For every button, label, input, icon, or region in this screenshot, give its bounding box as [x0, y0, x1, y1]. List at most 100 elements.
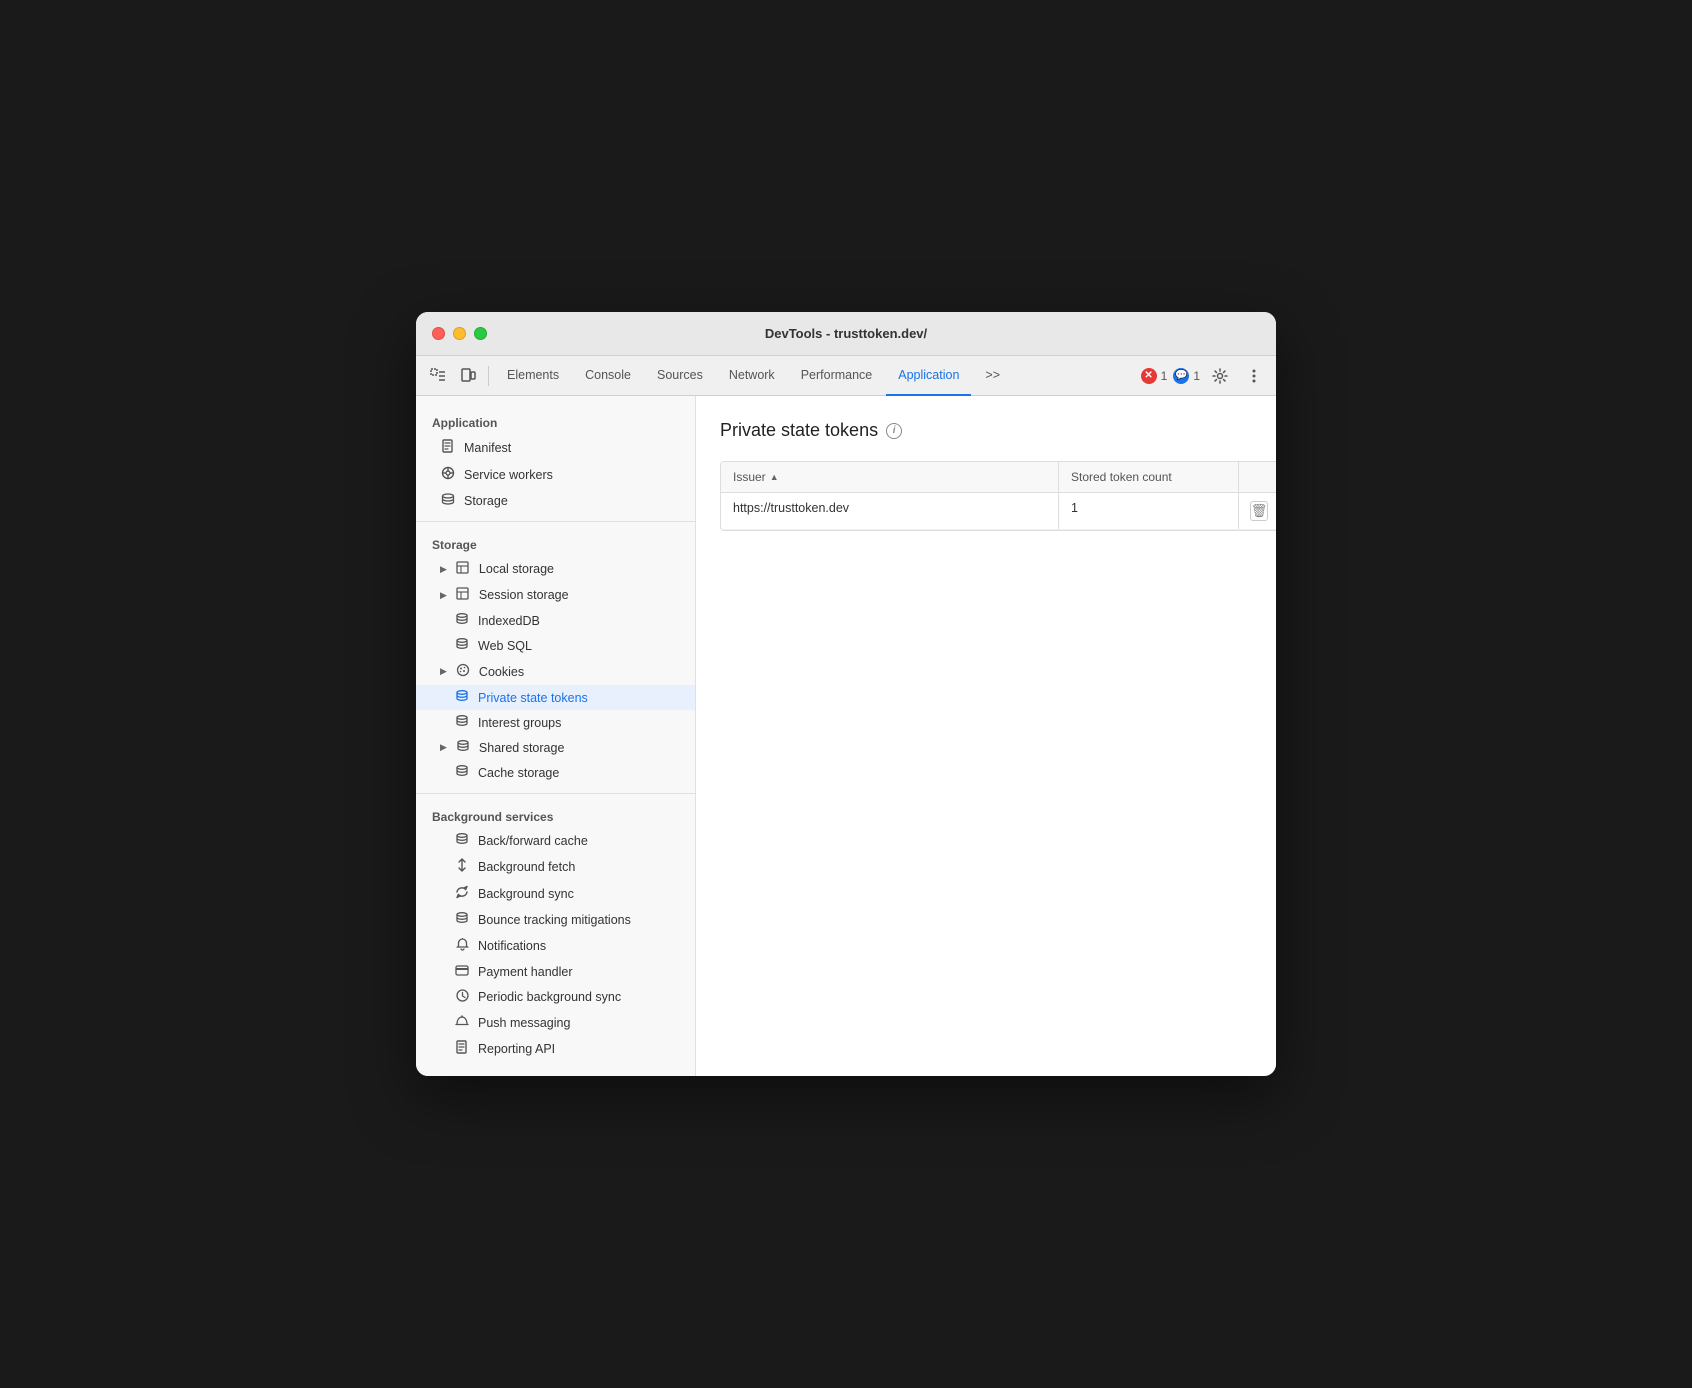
storage-app-icon	[440, 493, 456, 508]
sidebar-item-back-forward-cache[interactable]: Back/forward cache	[416, 828, 695, 853]
private-state-tokens-icon	[454, 690, 470, 705]
sidebar-item-cookies[interactable]: ▶ Cookies	[416, 658, 695, 685]
more-options-button[interactable]	[1240, 362, 1268, 390]
tab-performance[interactable]: Performance	[789, 356, 885, 396]
sidebar-item-manifest[interactable]: Manifest	[416, 434, 695, 461]
payment-handler-icon	[454, 964, 470, 979]
reporting-api-label: Reporting API	[478, 1042, 555, 1056]
sidebar: Application Manifest Service workers Sto…	[416, 396, 696, 1076]
sidebar-item-background-fetch[interactable]: Background fetch	[416, 853, 695, 880]
delete-row-button[interactable]: 🗑	[1250, 501, 1269, 521]
sidebar-item-cache-storage[interactable]: Cache storage	[416, 760, 695, 785]
storage-section-title: Storage	[416, 530, 695, 556]
sidebar-item-background-sync[interactable]: Background sync	[416, 880, 695, 907]
notifications-icon	[454, 937, 470, 954]
back-forward-cache-icon	[454, 833, 470, 848]
tab-elements[interactable]: Elements	[495, 356, 571, 396]
devtools-window: DevTools - trusttoken.dev/ Elements Cons…	[416, 312, 1276, 1076]
local-storage-label: Local storage	[479, 562, 554, 576]
settings-button[interactable]	[1206, 362, 1234, 390]
background-section-title: Background services	[416, 802, 695, 828]
session-storage-arrow: ▶	[440, 590, 447, 601]
minimize-button[interactable]	[453, 327, 466, 340]
error-icon: ✕	[1141, 368, 1157, 384]
sidebar-item-indexeddb[interactable]: IndexedDB	[416, 608, 695, 633]
table-row: https://trusttoken.dev 1 🗑	[721, 493, 1276, 530]
session-storage-icon	[455, 587, 471, 603]
sidebar-item-reporting-api[interactable]: Reporting API	[416, 1035, 695, 1062]
private-state-tokens-label: Private state tokens	[478, 691, 588, 705]
sidebar-item-shared-storage[interactable]: ▶ Shared storage	[416, 735, 695, 760]
sidebar-item-local-storage[interactable]: ▶ Local storage	[416, 556, 695, 582]
shared-storage-icon	[455, 740, 471, 755]
bounce-tracking-icon	[454, 912, 470, 927]
periodic-background-sync-label: Periodic background sync	[478, 990, 621, 1004]
interest-groups-label: Interest groups	[478, 716, 561, 730]
td-token-count: 1	[1059, 493, 1239, 529]
session-storage-label: Session storage	[479, 588, 569, 602]
th-actions	[1239, 462, 1276, 492]
sidebar-item-bounce-tracking[interactable]: Bounce tracking mitigations	[416, 907, 695, 932]
info-tooltip-button[interactable]: i	[886, 423, 902, 439]
sidebar-item-payment-handler[interactable]: Payment handler	[416, 959, 695, 984]
page-title: Private state tokens i	[720, 420, 1252, 441]
cookies-icon	[455, 663, 471, 680]
content-area: Application Manifest Service workers Sto…	[416, 396, 1276, 1076]
traffic-lights	[432, 327, 487, 340]
interest-groups-icon	[454, 715, 470, 730]
titlebar: DevTools - trusttoken.dev/	[416, 312, 1276, 356]
maximize-button[interactable]	[474, 327, 487, 340]
manifest-label: Manifest	[464, 441, 511, 455]
sidebar-item-storage-app[interactable]: Storage	[416, 488, 695, 513]
background-fetch-icon	[454, 858, 470, 875]
service-workers-label: Service workers	[464, 468, 553, 482]
error-badge[interactable]: ✕ 1	[1141, 368, 1168, 384]
tab-more[interactable]: >>	[973, 356, 1012, 396]
sort-arrow-icon: ▲	[770, 472, 779, 482]
indexeddb-label: IndexedDB	[478, 614, 540, 628]
shared-storage-label: Shared storage	[479, 741, 564, 755]
inspect-element-button[interactable]	[424, 362, 452, 390]
manifest-icon	[440, 439, 456, 456]
tab-network[interactable]: Network	[717, 356, 787, 396]
tab-console[interactable]: Console	[573, 356, 643, 396]
info-badge[interactable]: 💬 1	[1173, 368, 1200, 384]
close-button[interactable]	[432, 327, 445, 340]
main-content: Private state tokens i Issuer ▲ Stored t…	[696, 396, 1276, 1076]
local-storage-arrow: ▶	[440, 564, 447, 575]
application-section-title: Application	[416, 408, 695, 434]
tab-sources[interactable]: Sources	[645, 356, 715, 396]
reporting-api-icon	[454, 1040, 470, 1057]
sidebar-item-push-messaging[interactable]: Push messaging	[416, 1010, 695, 1035]
sidebar-item-interest-groups[interactable]: Interest groups	[416, 710, 695, 735]
push-messaging-icon	[454, 1015, 470, 1030]
cache-storage-icon	[454, 765, 470, 780]
window-title: DevTools - trusttoken.dev/	[765, 326, 927, 341]
sidebar-item-private-state-tokens[interactable]: Private state tokens	[416, 685, 695, 710]
device-toolbar-button[interactable]	[454, 362, 482, 390]
th-issuer[interactable]: Issuer ▲	[721, 462, 1059, 492]
private-state-tokens-table: Issuer ▲ Stored token count https://trus…	[720, 461, 1276, 531]
sidebar-item-session-storage[interactable]: ▶ Session storage	[416, 582, 695, 608]
indexeddb-icon	[454, 613, 470, 628]
toolbar-right: ✕ 1 💬 1	[1141, 362, 1268, 390]
sidebar-item-service-workers[interactable]: Service workers	[416, 461, 695, 488]
storage-divider	[416, 521, 695, 522]
info-icon: 💬	[1173, 368, 1189, 384]
sidebar-item-web-sql[interactable]: Web SQL	[416, 633, 695, 658]
th-token-count: Stored token count	[1059, 462, 1239, 492]
background-sync-icon	[454, 885, 470, 902]
sidebar-item-notifications[interactable]: Notifications	[416, 932, 695, 959]
web-sql-label: Web SQL	[478, 639, 532, 653]
td-issuer: https://trusttoken.dev	[721, 493, 1059, 529]
tab-application[interactable]: Application	[886, 356, 971, 396]
background-sync-label: Background sync	[478, 887, 574, 901]
bounce-tracking-label: Bounce tracking mitigations	[478, 913, 631, 927]
background-fetch-label: Background fetch	[478, 860, 575, 874]
toolbar-separator	[488, 366, 489, 386]
table-header: Issuer ▲ Stored token count	[721, 462, 1276, 493]
back-forward-cache-label: Back/forward cache	[478, 834, 588, 848]
sidebar-item-periodic-background-sync[interactable]: Periodic background sync	[416, 984, 695, 1010]
push-messaging-label: Push messaging	[478, 1016, 570, 1030]
background-divider	[416, 793, 695, 794]
